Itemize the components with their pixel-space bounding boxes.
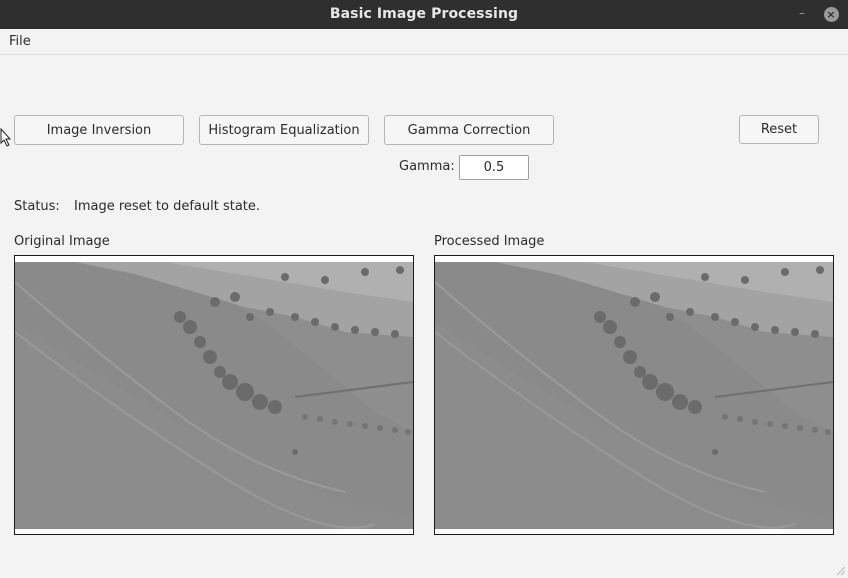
landscape-image — [15, 262, 413, 529]
original-image — [14, 255, 414, 535]
minimize-icon[interactable]: – — [792, 3, 812, 23]
histogram-equalization-button[interactable]: Histogram Equalization — [199, 115, 369, 145]
status-text: Image reset to default state. — [74, 199, 261, 214]
close-icon[interactable]: × — [821, 4, 841, 24]
processed-image-title: Processed Image — [434, 234, 545, 249]
menu-bar: File — [0, 29, 848, 55]
menu-file[interactable]: File — [9, 34, 31, 49]
mouse-cursor-icon — [0, 128, 12, 147]
landscape-image — [435, 262, 833, 529]
gamma-input[interactable] — [459, 155, 529, 180]
processed-image — [434, 255, 834, 535]
status-label: Status: — [14, 199, 60, 214]
gamma-correction-button[interactable]: Gamma Correction — [384, 115, 554, 145]
reset-button[interactable]: Reset — [739, 115, 819, 144]
gamma-label: Gamma: — [399, 159, 455, 174]
original-image-title: Original Image — [14, 234, 110, 249]
image-inversion-button[interactable]: Image Inversion — [14, 115, 184, 145]
window-title: Basic Image Processing — [329, 6, 519, 22]
resize-grip-icon[interactable] — [836, 566, 846, 576]
title-bar: Basic Image Processing – × — [0, 0, 848, 29]
